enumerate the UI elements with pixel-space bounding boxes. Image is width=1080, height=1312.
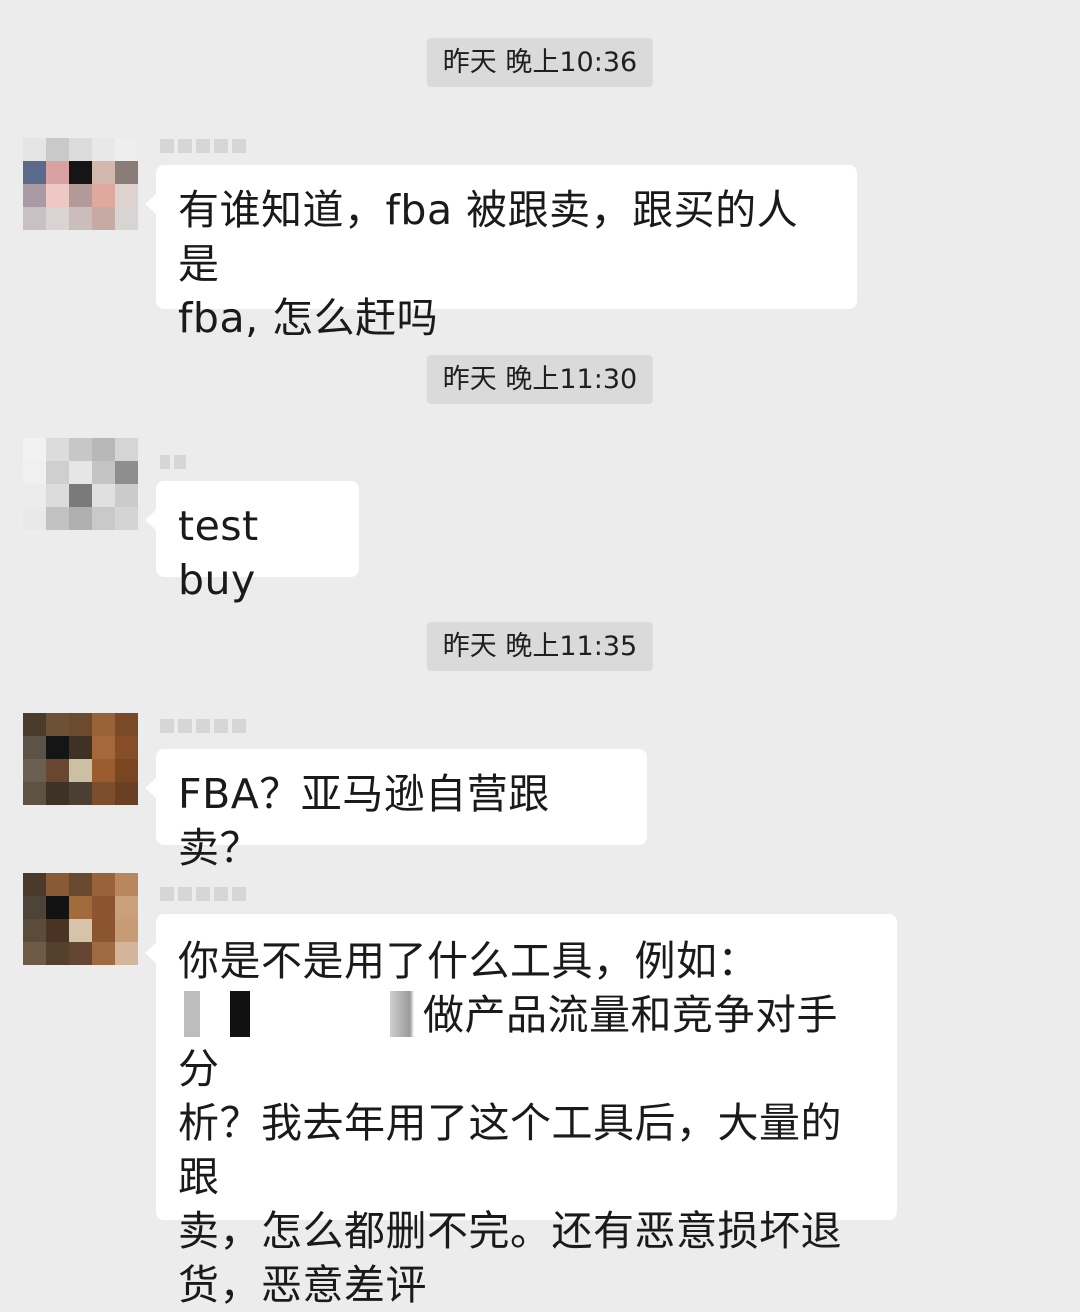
message-line: fba, 怎么赶吗: [178, 294, 439, 342]
sender-name-blurred: [160, 716, 246, 736]
message-bubble: test buy: [145, 481, 359, 604]
message-bubble: FBA？亚马逊自营跟卖？: [145, 749, 647, 872]
message-line-with-redaction: 做产品流量和竞争对手分: [178, 988, 875, 1096]
chat-window: 昨天 晚上10:36 有谁知道，fba 被跟卖，跟买的人是 fba, 怎么赶吗 …: [0, 0, 1080, 1309]
redacted-tool-name: [178, 991, 423, 1037]
timestamp: 昨天 晚上11:30: [426, 355, 654, 404]
message-bubble: 有谁知道，fba 被跟卖，跟买的人是 fba, 怎么赶吗: [145, 165, 857, 342]
message-bubble: 你是不是用了什么工具，例如： 做产品流量和竞争对手分 析？我去年用了这个工具后，…: [145, 914, 897, 1309]
sender-name-blurred: [160, 884, 246, 904]
timestamp: 昨天 晚上11:35: [426, 622, 654, 671]
avatar[interactable]: [23, 438, 138, 530]
message-line: 你是不是用了什么工具，例如：: [178, 937, 759, 985]
timestamp: 昨天 晚上10:36: [426, 38, 654, 87]
sender-name-blurred: [160, 136, 246, 156]
message-line: test buy: [178, 502, 259, 604]
message-line: 卖，怎么都删不完。还有恶意损坏退: [178, 1207, 842, 1255]
message-line: 有谁知道，fba 被跟卖，跟买的人是: [178, 186, 799, 288]
sender-name-blurred: [160, 452, 186, 472]
message-line: 析？我去年用了这个工具后，大量的跟: [178, 1099, 842, 1201]
avatar[interactable]: [23, 138, 138, 230]
avatar[interactable]: [23, 713, 138, 805]
message-line: FBA？亚马逊自营跟卖？: [178, 770, 550, 872]
avatar[interactable]: [23, 873, 138, 965]
message-line: 货，恶意差评: [178, 1261, 427, 1309]
